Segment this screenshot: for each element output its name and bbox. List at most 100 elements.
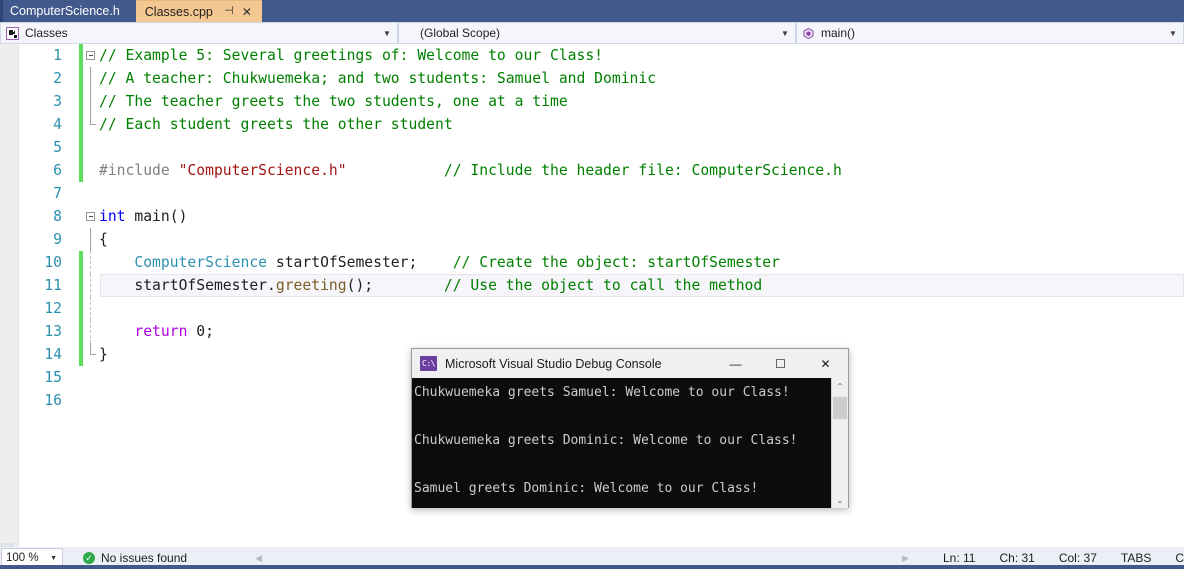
- method-icon: [802, 27, 815, 40]
- code-line[interactable]: 11 startOfSemester.greeting(); // Use th…: [0, 274, 1184, 297]
- line-number: 1: [53, 47, 62, 64]
- scope-dropdown[interactable]: (Global Scope) ▼: [398, 22, 796, 44]
- line-number: 14: [44, 346, 62, 363]
- fold-margin[interactable]: [83, 67, 98, 90]
- chevron-down-icon[interactable]: ▼: [50, 555, 62, 562]
- console-scrollbar[interactable]: ⌃ ⌄: [831, 378, 848, 508]
- fold-margin[interactable]: [83, 113, 98, 136]
- code-token: // Each student greets the other student: [99, 116, 453, 133]
- project-dropdown[interactable]: Classes ▼: [0, 22, 398, 44]
- maximize-button[interactable]: ☐: [758, 349, 803, 378]
- nav-back-icon[interactable]: ◀: [255, 553, 262, 564]
- debug-console-window[interactable]: C:\ Microsoft Visual Studio Debug Consol…: [411, 348, 849, 508]
- fold-margin[interactable]: [83, 343, 98, 366]
- classes-icon: [6, 26, 19, 40]
- code-text[interactable]: // A teacher: Chukwuemeka; and two stude…: [98, 67, 1184, 90]
- tab-classes-cpp[interactable]: Classes.cpp ⊣ ✕: [135, 0, 262, 22]
- chevron-down-icon[interactable]: ▼: [1166, 29, 1180, 38]
- fold-margin[interactable]: [83, 274, 98, 297]
- fold-margin[interactable]: [83, 366, 98, 389]
- code-text[interactable]: ComputerScience startOfSemester; // Crea…: [98, 251, 1184, 274]
- close-button[interactable]: ✕: [803, 349, 848, 378]
- fold-margin[interactable]: [83, 159, 98, 182]
- line-number: 12: [44, 300, 62, 317]
- scrollbar-thumb[interactable]: [833, 397, 847, 419]
- fold-margin[interactable]: [83, 90, 98, 113]
- scroll-up-icon[interactable]: ⌃: [832, 378, 848, 394]
- fold-margin[interactable]: [83, 251, 98, 274]
- zoom-level: 100 %: [6, 552, 39, 564]
- console-output-text: Chukwuemeka greets Samuel: Welcome to ou…: [414, 385, 798, 496]
- code-line[interactable]: 1 // Example 5: Several greetings of: Wel…: [0, 44, 1184, 67]
- tab-computerscience-h[interactable]: ComputerScience.h: [0, 0, 136, 22]
- console-title-bar[interactable]: C:\ Microsoft Visual Studio Debug Consol…: [412, 349, 848, 378]
- fold-margin[interactable]: [83, 320, 98, 343]
- navigation-bar: Classes ▼ (Global Scope) ▼ main() ▼: [0, 22, 1184, 44]
- fold-margin[interactable]: [83, 297, 98, 320]
- code-line[interactable]: 13 return 0;: [0, 320, 1184, 343]
- code-token: // Create the object: startOfSemester: [417, 254, 780, 271]
- code-text[interactable]: // The teacher greets the two students, …: [98, 90, 1184, 113]
- line-number: 2: [53, 70, 62, 87]
- line-number: 10: [44, 254, 62, 271]
- code-line[interactable]: 3 // The teacher greets the two students,…: [0, 90, 1184, 113]
- line-number: 11: [44, 277, 62, 294]
- line-number: 6: [53, 162, 62, 179]
- fold-margin[interactable]: [83, 182, 98, 205]
- code-line[interactable]: 8 int main(): [0, 205, 1184, 228]
- code-token: ComputerScience: [134, 254, 268, 271]
- fold-margin[interactable]: [83, 44, 98, 67]
- code-token: {: [99, 231, 108, 248]
- code-text[interactable]: #include "ComputerScience.h" // Include …: [98, 159, 1184, 182]
- code-text[interactable]: int main(): [98, 205, 1184, 228]
- code-line[interactable]: 7: [0, 182, 1184, 205]
- code-line[interactable]: 6 #include "ComputerScience.h" // Include…: [0, 159, 1184, 182]
- fold-margin[interactable]: [83, 205, 98, 228]
- fold-guide-line: [90, 67, 91, 90]
- code-line[interactable]: 10 ComputerScience startOfSemester; // C…: [0, 251, 1184, 274]
- fold-margin[interactable]: [83, 228, 98, 251]
- code-line[interactable]: 9{: [0, 228, 1184, 251]
- code-line[interactable]: 2 // A teacher: Chukwuemeka; and two stud…: [0, 67, 1184, 90]
- collapse-icon[interactable]: [86, 212, 95, 221]
- scroll-down-icon[interactable]: ⌄: [832, 492, 848, 508]
- code-token: startOfSemester.: [99, 277, 276, 294]
- line-number: 15: [44, 369, 62, 386]
- code-text[interactable]: // Each student greets the other student: [98, 113, 1184, 136]
- fold-margin[interactable]: [83, 136, 98, 159]
- code-text[interactable]: startOfSemester.greeting(); // Use the o…: [98, 274, 1184, 297]
- member-dropdown-value: main(): [821, 26, 856, 40]
- collapse-icon[interactable]: [86, 51, 95, 60]
- code-line[interactable]: 4 // Each student greets the other studen…: [0, 113, 1184, 136]
- fold-guide-line: [90, 90, 91, 113]
- fold-margin[interactable]: [83, 389, 98, 412]
- status-eol: C: [1175, 551, 1184, 565]
- status-col: Col: 37: [1058, 551, 1097, 565]
- minimize-button[interactable]: —: [713, 349, 758, 378]
- chevron-down-icon[interactable]: ▼: [778, 29, 792, 38]
- line-number: 3: [53, 93, 62, 110]
- code-token: return: [134, 323, 188, 340]
- code-text[interactable]: // Example 5: Several greetings of: Welc…: [98, 44, 1184, 67]
- code-token: int: [99, 208, 126, 225]
- line-number: 7: [53, 185, 62, 202]
- line-number: 13: [44, 323, 62, 340]
- chevron-down-icon[interactable]: ▼: [380, 29, 394, 38]
- issues-status[interactable]: ✓ No issues found: [83, 551, 187, 565]
- code-line[interactable]: 5: [0, 136, 1184, 159]
- tab-label: ComputerScience.h: [10, 4, 120, 18]
- status-char: Ch: 31: [999, 551, 1035, 565]
- pin-icon[interactable]: ⊣: [223, 6, 235, 17]
- code-text[interactable]: {: [98, 228, 1184, 251]
- tab-label: Classes.cpp: [144, 4, 213, 19]
- nav-forward-icon[interactable]: ▶: [902, 553, 909, 564]
- fold-guide-line: [90, 228, 91, 251]
- code-token: // Include the header file: ComputerScie…: [346, 162, 842, 179]
- member-dropdown[interactable]: main() ▼: [796, 22, 1184, 44]
- close-icon[interactable]: ✕: [241, 6, 253, 18]
- code-line[interactable]: 12: [0, 297, 1184, 320]
- code-text[interactable]: return 0;: [98, 320, 1184, 343]
- console-title-text: Microsoft Visual Studio Debug Console: [445, 356, 662, 371]
- code-token: greeting: [275, 277, 347, 294]
